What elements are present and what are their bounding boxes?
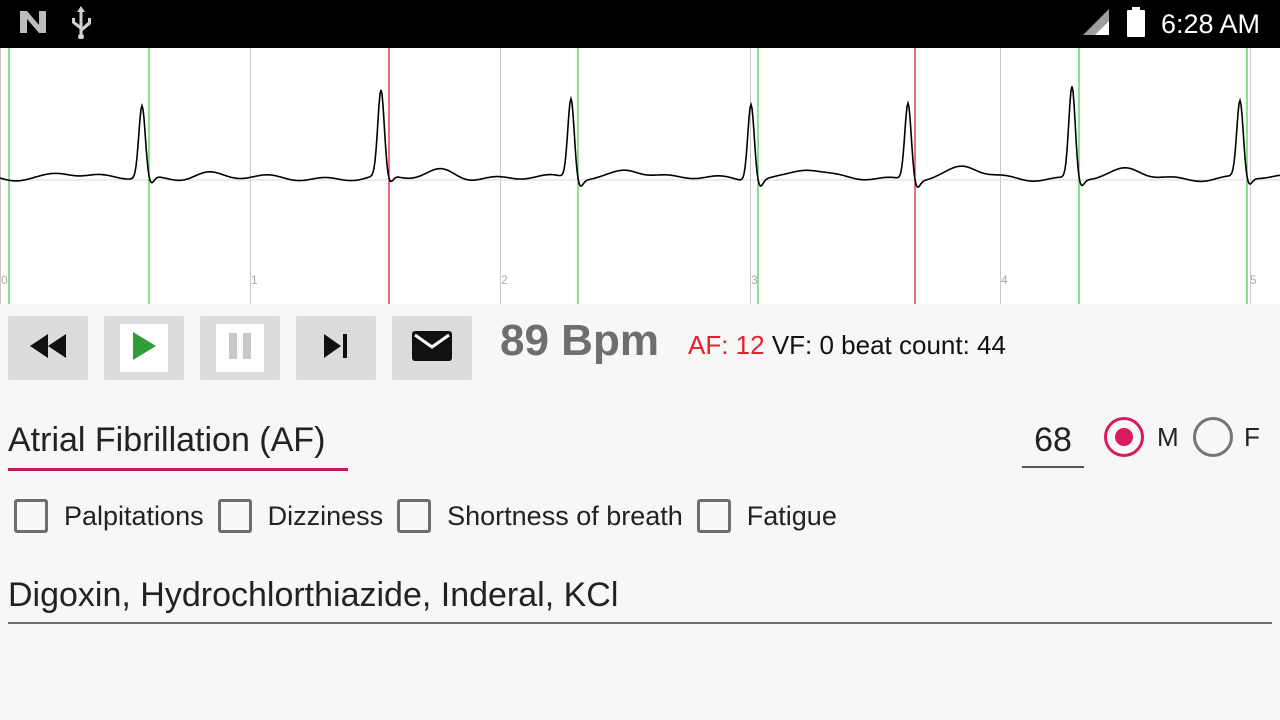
af-count: AF: 12	[688, 330, 765, 360]
pause-button[interactable]	[200, 316, 280, 380]
beat-count: beat count: 44	[833, 330, 1006, 360]
shortness-of-breath-checkbox[interactable]	[397, 499, 432, 533]
symptom-checkboxes: Palpitations Dizziness Shortness of brea…	[14, 496, 851, 536]
sex-label-m: M	[1157, 422, 1179, 452]
rewind-icon	[28, 331, 68, 366]
skip-next-button[interactable]	[296, 316, 376, 380]
fatigue-label: Fatigue	[746, 500, 837, 531]
usb-icon	[68, 5, 94, 44]
time-axis-label: 4	[1001, 273, 1008, 287]
time-axis-label: 0	[1, 273, 8, 287]
sex-radio-m[interactable]	[1104, 417, 1144, 457]
ecg-chart: 0 1 2 3 4 5	[0, 48, 1280, 304]
sex-radio-f[interactable]	[1193, 417, 1233, 457]
sex-label-f: F	[1244, 422, 1260, 452]
time-axis-label: 2	[501, 273, 508, 287]
battery-icon	[1125, 6, 1147, 43]
play-button[interactable]	[104, 316, 184, 380]
shortness-of-breath-label: Shortness of breath	[447, 500, 683, 531]
time-axis-label: 5	[1250, 273, 1257, 287]
dizziness-label: Dizziness	[267, 500, 384, 531]
time-axis-label: 1	[251, 273, 258, 287]
mail-icon	[411, 330, 453, 367]
ecg-strip[interactable]: 0 1 2 3 4 5	[0, 48, 1280, 304]
status-bar: 6:28 AM	[0, 0, 1280, 48]
skip-next-icon	[321, 331, 351, 366]
diagnosis-field[interactable]: Atrial Fibrillation (AF)	[8, 416, 348, 471]
play-icon	[130, 330, 158, 367]
medications-field[interactable]: Digoxin, Hydrochlorthiazide, Inderal, KC…	[8, 572, 1272, 624]
diagnosis-text: Atrial Fibrillation (AF)	[8, 421, 326, 459]
email-button[interactable]	[392, 316, 472, 380]
palpitations-label: Palpitations	[64, 500, 204, 531]
pause-icon	[226, 330, 254, 367]
bpm-readout: 89 Bpm	[500, 316, 659, 365]
palpitations-checkbox[interactable]	[14, 499, 48, 533]
medications-text: Digoxin, Hydrochlorthiazide, Inderal, KC…	[8, 576, 619, 614]
age-field[interactable]: 68	[1022, 416, 1084, 468]
n-logo-icon	[18, 9, 48, 40]
vf-count: VF: 0	[764, 330, 834, 360]
age-value: 68	[1034, 421, 1072, 459]
controls-panel: 89 Bpm AF: 12 VF: 0 beat count: 44 Atria…	[0, 304, 1280, 720]
ecg-trace	[0, 86, 1280, 189]
fatigue-checkbox[interactable]	[696, 499, 731, 533]
clock: 6:28 AM	[1160, 8, 1260, 39]
signal-icon	[1081, 7, 1111, 42]
dizziness-checkbox[interactable]	[217, 499, 252, 533]
rhythm-stats: AF: 12 VF: 0 beat count: 44	[688, 330, 1006, 361]
time-axis-label: 3	[751, 273, 758, 287]
rewind-button[interactable]	[8, 316, 88, 380]
